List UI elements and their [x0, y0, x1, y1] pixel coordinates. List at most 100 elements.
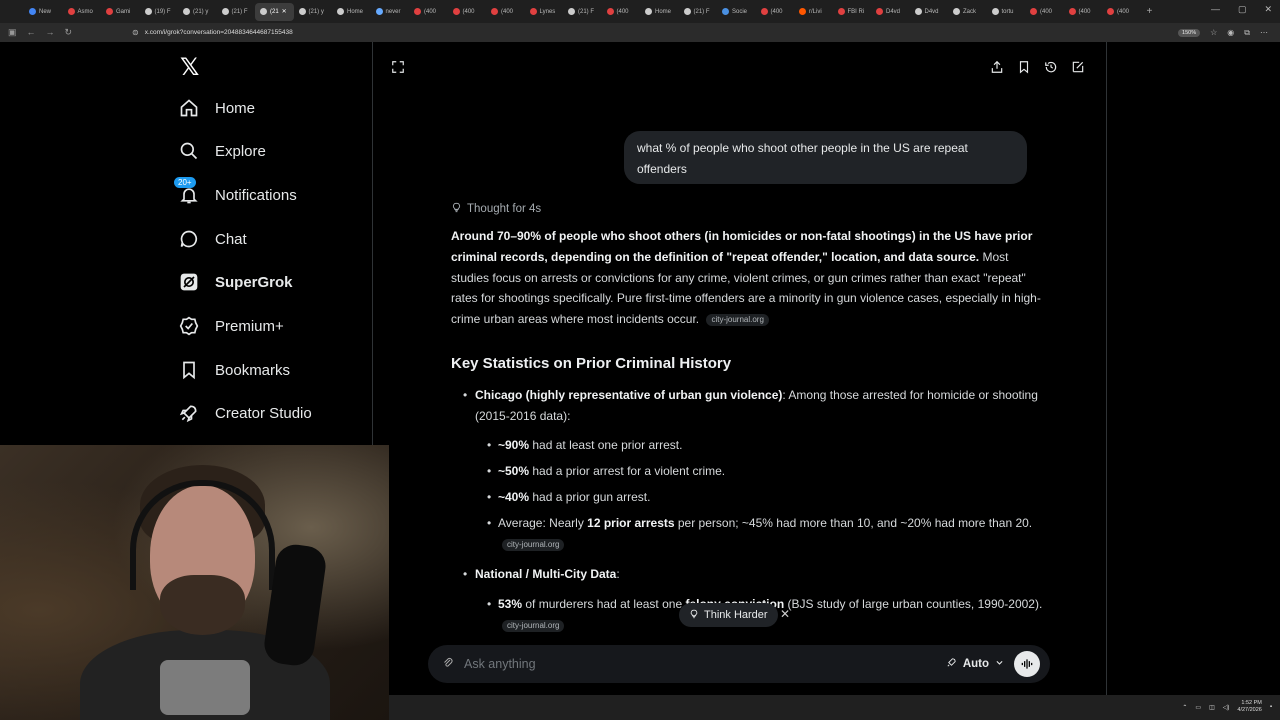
tab-favicon-icon	[876, 8, 883, 15]
browser-tab[interactable]: r/Livi	[794, 3, 833, 21]
volume-icon[interactable]: ◁)	[1223, 704, 1230, 711]
attach-icon[interactable]	[442, 657, 458, 672]
browser-tab[interactable]: (400	[756, 3, 795, 21]
sidebar-item-creator-studio[interactable]: Creator Studio	[178, 402, 312, 424]
tab-favicon-icon	[67, 8, 75, 15]
model-label: Auto	[962, 658, 989, 670]
tab-label: Socie	[732, 8, 748, 15]
browser-tab[interactable]: Gami	[101, 3, 140, 21]
ask-input[interactable]	[464, 657, 946, 671]
citation-chip[interactable]: city-journal.org	[502, 619, 565, 632]
sidebar-toggle-icon[interactable]: ▣	[8, 27, 17, 38]
tab-close-icon[interactable]: ✕	[282, 8, 287, 15]
tab-label: r/Livi	[809, 8, 822, 15]
browser-tab[interactable]: (400	[1102, 3, 1141, 21]
browser-tab[interactable]: (21) F	[217, 3, 256, 21]
browser-tab[interactable]: (400	[1025, 3, 1064, 21]
browser-tab[interactable]: (400	[486, 3, 525, 21]
browser-tab[interactable]: D4vd	[910, 3, 949, 21]
browser-tab[interactable]: (400	[602, 3, 641, 21]
browser-tab[interactable]: Home	[640, 3, 679, 21]
chevron-up-icon[interactable]: ⌃	[1182, 704, 1187, 711]
browser-tab[interactable]: (21) y	[178, 3, 217, 21]
new-tab-icon[interactable]: +	[1147, 6, 1153, 17]
browser-tab[interactable]: New	[24, 3, 63, 21]
account-icon[interactable]: ◉	[1227, 28, 1234, 38]
user-message: what % of people who shoot other people …	[624, 131, 1027, 184]
browser-tab[interactable]: (21) F	[679, 3, 718, 21]
browser-tab[interactable]: D4vd	[871, 3, 910, 21]
voice-mode-button[interactable]	[1014, 651, 1040, 677]
bookmark-icon	[178, 359, 200, 381]
close-window-icon[interactable]: ✕	[1264, 4, 1272, 15]
browser-tab[interactable]: (21) F	[563, 3, 602, 21]
browser-tab[interactable]: never	[371, 3, 410, 21]
share-icon[interactable]	[990, 60, 1004, 74]
grok-icon	[178, 271, 200, 293]
clock[interactable]: 1:52 PM 4/27/2026	[1237, 700, 1261, 714]
browser-tab[interactable]: (400	[448, 3, 487, 21]
rocket-icon	[946, 657, 957, 671]
list-item-bold: ~40%	[498, 490, 530, 505]
browser-tab[interactable]: Zack	[948, 3, 987, 21]
star-icon[interactable]: ☆	[1210, 28, 1217, 38]
tab-label: D4vd	[886, 8, 901, 15]
display-icon[interactable]: ▭	[1195, 704, 1201, 711]
sidebar-item-supergrok[interactable]: SuperGrok	[178, 271, 293, 293]
thought-indicator[interactable]: Thought for 4s	[451, 202, 541, 216]
verified-icon	[178, 315, 200, 337]
tab-label: tortu	[1001, 8, 1014, 15]
tab-label: never	[385, 8, 401, 15]
browser-tab[interactable]: FBI Ri	[833, 3, 872, 21]
citation-chip[interactable]: city-journal.org	[706, 314, 769, 327]
list-item-bold: Chicago (highly representative of urban …	[475, 388, 783, 402]
taskbar: ⌃ ▭ ◫ ◁) 1:52 PM 4/27/2026 ▪	[389, 695, 1280, 720]
site-info-icon[interactable]: ⊜	[132, 28, 139, 37]
extensions-icon[interactable]: ⧉	[1244, 28, 1250, 38]
tab-favicon-icon	[375, 8, 383, 15]
sidebar-item-bookmarks[interactable]: Bookmarks	[178, 359, 290, 381]
browser-tab[interactable]: tortu	[987, 3, 1026, 21]
browser-tab[interactable]: (21 ✕	[255, 2, 294, 21]
history-icon[interactable]	[1044, 60, 1058, 74]
browser-tab[interactable]: (400	[409, 3, 448, 21]
browser-tab[interactable]: Socie	[717, 3, 756, 21]
notification-center-icon[interactable]: ▪	[1270, 704, 1272, 710]
tab-favicon-icon	[837, 8, 845, 15]
tab-label: (400	[501, 8, 514, 15]
bookmark-conversation-icon[interactable]	[1017, 60, 1031, 74]
maximize-icon[interactable]: ▢	[1238, 4, 1247, 15]
list-item-text: of murderers had at least one	[522, 596, 686, 611]
composer: Auto	[428, 645, 1050, 683]
url-field[interactable]: x.com/i/grok?conversation=20488346446871…	[145, 29, 1178, 36]
back-icon[interactable]: ←	[27, 27, 36, 38]
x-logo-icon[interactable]: 𝕏	[180, 53, 199, 81]
think-harder-label: Think Harder	[704, 609, 768, 621]
browser-tab[interactable]: Lynes	[525, 3, 564, 21]
forward-icon[interactable]: →	[46, 27, 55, 38]
model-selector[interactable]: Auto	[946, 657, 1004, 671]
expand-icon[interactable]	[391, 60, 405, 79]
browser-tab[interactable]: Asmo	[63, 3, 102, 21]
close-icon[interactable]: ✕	[780, 607, 790, 621]
sidebar-item-notifications[interactable]: 20+ Notifications	[174, 177, 297, 206]
list-item: Chicago (highly representative of urban …	[463, 385, 1043, 427]
browser-tab[interactable]: Home	[332, 3, 371, 21]
network-icon[interactable]: ◫	[1209, 704, 1215, 711]
browser-tab[interactable]: (19) F	[140, 3, 179, 21]
sidebar-item-explore[interactable]: Explore	[178, 140, 266, 162]
minimize-icon[interactable]: —	[1211, 4, 1220, 15]
menu-icon[interactable]: ⋯	[1260, 28, 1268, 38]
sidebar-item-home[interactable]: Home	[178, 97, 255, 119]
tab-label: Home	[655, 8, 672, 15]
citation-chip[interactable]: city-journal.org	[502, 539, 565, 552]
think-harder-button[interactable]: Think Harder	[679, 603, 778, 627]
browser-tab[interactable]: (400	[1064, 3, 1103, 21]
sidebar-item-chat[interactable]: Chat	[178, 228, 247, 250]
tab-label: FBI Ri	[847, 8, 865, 15]
sidebar-item-premium[interactable]: Premium+	[178, 315, 284, 337]
zoom-level[interactable]: 150%	[1178, 28, 1201, 37]
reload-icon[interactable]: ↻	[65, 27, 73, 38]
new-chat-icon[interactable]	[1071, 60, 1085, 74]
browser-tab[interactable]: (21) y	[294, 3, 333, 21]
